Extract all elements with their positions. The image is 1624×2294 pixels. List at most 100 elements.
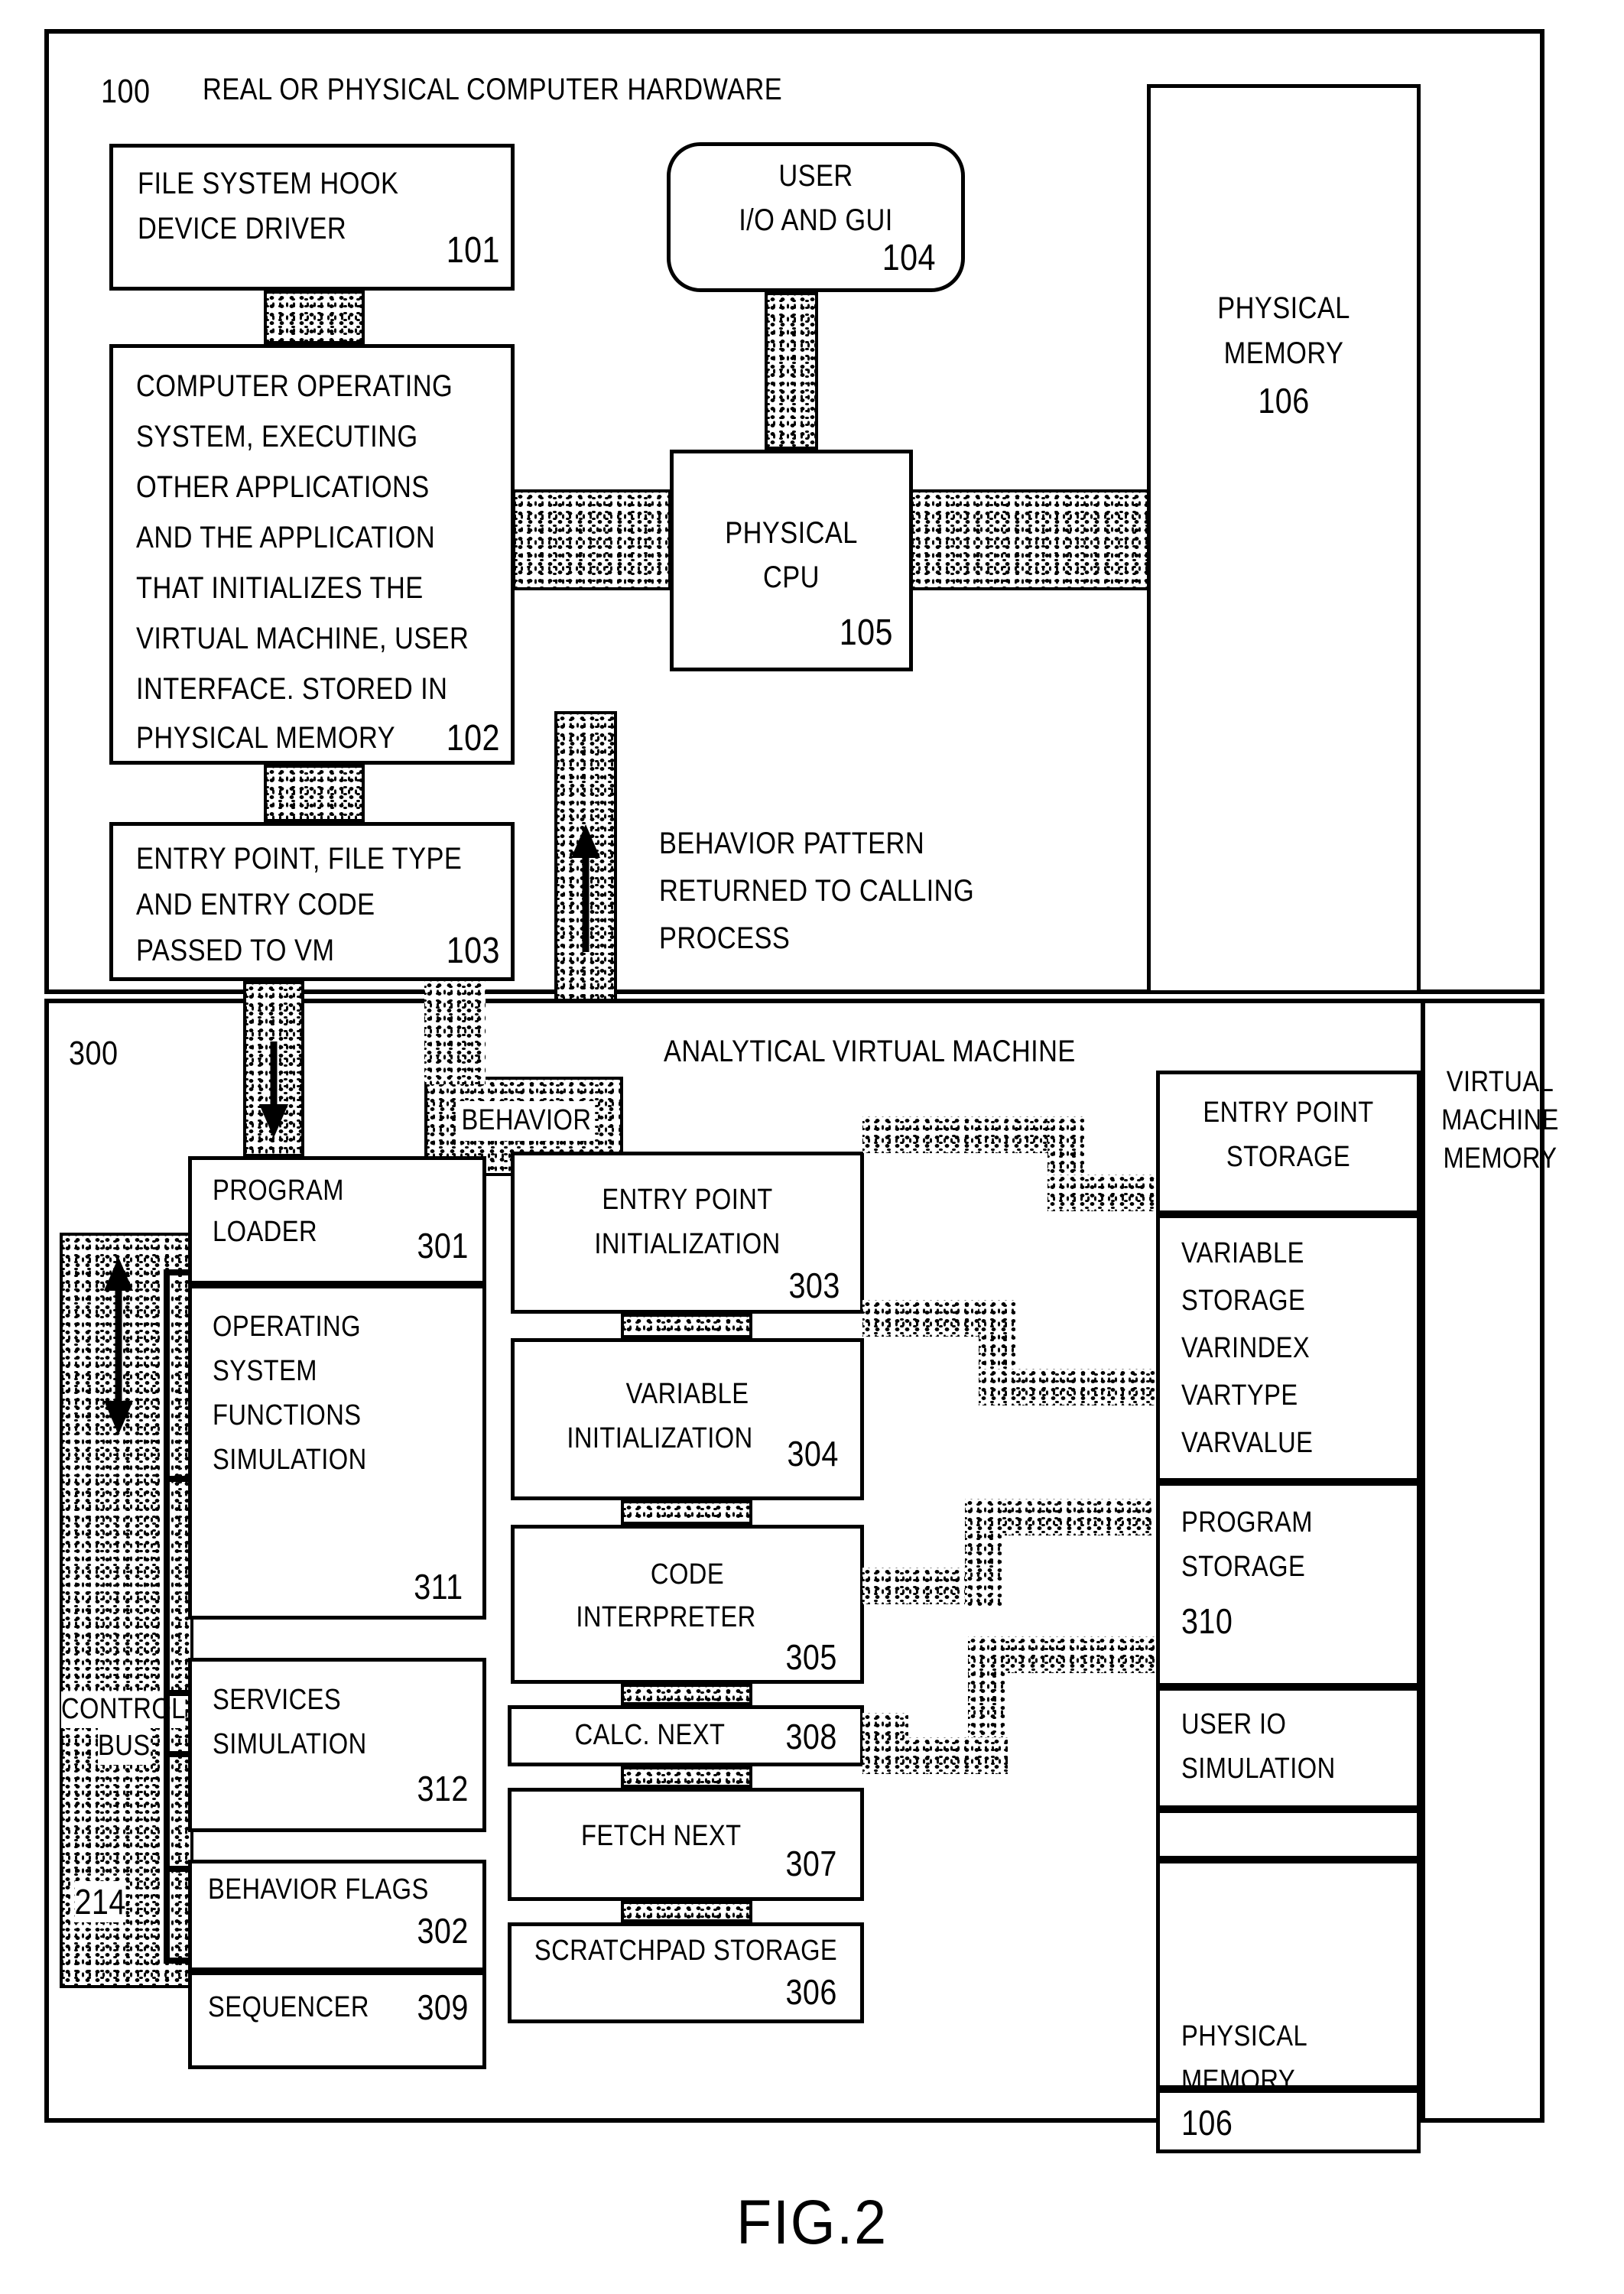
connector-cpu-to-physical-memory: [910, 489, 1155, 590]
vm-user-io-sim-line1: USER IO: [1181, 1708, 1287, 1740]
sequencer-line1: SEQUENCER: [208, 1991, 369, 2023]
vm-memory-title-line1: VIRTUAL: [1446, 1066, 1554, 1098]
vm-entry-point-storage-line1: ENTRY POINT: [1203, 1097, 1374, 1129]
code-interpreter-line1: CODE: [650, 1558, 725, 1591]
connector-304-to-305: [621, 1500, 752, 1525]
services-simulation-ref: 312: [417, 1769, 469, 1808]
entry-point-init-line2: INITIALIZATION: [594, 1228, 781, 1260]
upper-section-title: REAL OR PHYSICAL COMPUTER HARDWARE: [203, 73, 783, 106]
behavior-pattern-line2: RETURNED TO CALLING: [659, 874, 975, 908]
calc-next-line1: CALC. NEXT: [574, 1719, 726, 1751]
vm-variable-storage-line3: VARINDEX: [1181, 1332, 1311, 1364]
connector-104-to-cpu: [765, 292, 818, 450]
behavior-flags-ref: 302: [417, 1911, 469, 1951]
code-interpreter-line2: INTERPRETER: [576, 1601, 756, 1633]
os-functions-line4: SIMULATION: [213, 1444, 367, 1476]
connector-305-to-308: [621, 1684, 752, 1705]
upper-section-ref: 100: [101, 73, 151, 110]
user-io-line2: I/O AND GUI: [739, 203, 893, 237]
vm-entry-point-storage-line2: STORAGE: [1226, 1141, 1351, 1173]
behavior-pattern-line1: BEHAVIOR PATTERN: [659, 827, 925, 860]
services-simulation-line1: SERVICES: [213, 1684, 342, 1716]
connector-101-to-102: [264, 291, 365, 344]
connector-behavior-stem: [424, 981, 486, 1084]
entry-point-passed-line3: PASSED TO VM: [136, 934, 335, 967]
vm-memory-title-column-divider: [1421, 999, 1425, 2123]
scratchpad-storage-line1: SCRATCHPAD STORAGE: [534, 1935, 838, 1967]
program-loader-line1: PROGRAM: [213, 1175, 344, 1207]
route-307-to-program-storage-h2: [968, 1636, 1158, 1673]
route-303-to-entry-point-storage-h2: [1047, 1175, 1155, 1211]
entry-point-passed-ref: 103: [446, 931, 500, 971]
physical-memory-block: [1147, 84, 1421, 994]
physical-memory-ref: 106: [1258, 381, 1310, 421]
scratchpad-storage-ref: 306: [785, 1972, 837, 2012]
connector-308-to-307: [621, 1766, 752, 1788]
entry-point-init-ref: 303: [788, 1266, 840, 1305]
code-interpreter-ref: 305: [785, 1637, 837, 1677]
physical-memory-line1: PHYSICAL: [1217, 291, 1350, 325]
os-block-line4: AND THE APPLICATION: [136, 521, 436, 554]
control-bus-vertical-rail: [164, 1269, 170, 1964]
physical-cpu-line1: PHYSICAL: [725, 516, 858, 550]
lower-section-title: ANALYTICAL VIRTUAL MACHINE: [664, 1035, 1076, 1068]
control-bus-ref: 214: [74, 1881, 126, 1922]
behavior-flags-line1: BEHAVIOR FLAGS: [208, 1873, 429, 1906]
os-functions-line3: FUNCTIONS: [213, 1399, 362, 1431]
os-block-line8: PHYSICAL MEMORY: [136, 721, 396, 755]
variable-initialization-block: [511, 1338, 864, 1500]
lower-section-ref: 300: [69, 1035, 119, 1072]
connector-303-to-304: [621, 1314, 752, 1338]
os-block-line1: COMPUTER OPERATING: [136, 369, 453, 403]
physical-memory-line2: MEMORY: [1223, 336, 1344, 370]
behavior-return-arrow-icon: [571, 824, 600, 952]
behavior-connector-label: BEHAVIOR: [459, 1101, 594, 1141]
physical-cpu-ref: 105: [839, 612, 893, 653]
control-bus-line2: BUS: [98, 1728, 151, 1765]
variable-init-line1: VARIABLE: [625, 1378, 749, 1410]
behavior-pattern-line3: PROCESS: [659, 921, 791, 955]
user-io-ref: 104: [882, 238, 936, 278]
file-system-hook-line2: DEVICE DRIVER: [138, 212, 347, 245]
physical-cpu-line2: CPU: [763, 561, 820, 594]
services-simulation-line2: SIMULATION: [213, 1728, 367, 1760]
vm-physical-memory-line1: PHYSICAL: [1181, 2020, 1308, 2052]
os-functions-line2: SYSTEM: [213, 1355, 317, 1387]
vm-program-storage-line1: PROGRAM: [1181, 1506, 1313, 1539]
route-305-to-program-storage-h2: [965, 1499, 1158, 1535]
entry-point-init-line1: ENTRY POINT: [602, 1184, 773, 1216]
vm-physical-memory-ref: 106: [1181, 2103, 1233, 2143]
program-loader-ref: 301: [417, 1226, 469, 1266]
patent-figure-page: 100 REAL OR PHYSICAL COMPUTER HARDWARE F…: [0, 0, 1624, 2294]
vm-program-storage-line2: STORAGE: [1181, 1551, 1306, 1583]
vm-variable-storage-line5: VARVALUE: [1181, 1427, 1314, 1459]
sequencer-ref: 309: [417, 1987, 469, 2027]
variable-init-ref: 304: [787, 1434, 839, 1474]
file-system-hook-ref: 101: [446, 230, 500, 271]
figure-caption: FIG.2: [736, 2188, 888, 2257]
connector-102-to-103: [264, 765, 365, 822]
connector-307-to-306: [621, 1901, 752, 1922]
file-system-hook-line1: FILE SYSTEM HOOK: [138, 167, 399, 200]
os-block-line5: THAT INITIALIZES THE: [136, 571, 424, 605]
calc-next-ref: 308: [785, 1717, 837, 1756]
os-block-line7: INTERFACE. STORED IN: [136, 672, 448, 706]
route-vm-to-services-h: [862, 1713, 908, 1745]
vm-memory-title-line3: MEMORY: [1443, 1142, 1557, 1175]
vm-variable-storage-line4: VARTYPE: [1181, 1379, 1298, 1412]
vm-variable-storage-line1: VARIABLE: [1181, 1237, 1304, 1269]
entry-point-passed-line2: AND ENTRY CODE: [136, 888, 375, 921]
vm-memory-title-line2: MACHINE: [1441, 1104, 1559, 1136]
connector-os-to-cpu-left: [512, 489, 671, 590]
entry-point-passed-line1: ENTRY POINT, FILE TYPE: [136, 842, 463, 876]
user-io-line1: USER: [778, 159, 853, 193]
fetch-next-line1: FETCH NEXT: [581, 1820, 742, 1852]
os-functions-line1: OPERATING: [213, 1311, 361, 1343]
os-block-ref: 102: [446, 718, 500, 759]
vm-variable-storage-line2: STORAGE: [1181, 1285, 1306, 1317]
os-block-line3: OTHER APPLICATIONS: [136, 470, 430, 504]
vm-memory-spacer-cell: [1156, 1809, 1421, 1860]
os-functions-ref: 311: [414, 1567, 463, 1607]
route-304-to-variable-storage-h2: [979, 1369, 1155, 1405]
os-block-line6: VIRTUAL MACHINE, USER: [136, 622, 469, 655]
